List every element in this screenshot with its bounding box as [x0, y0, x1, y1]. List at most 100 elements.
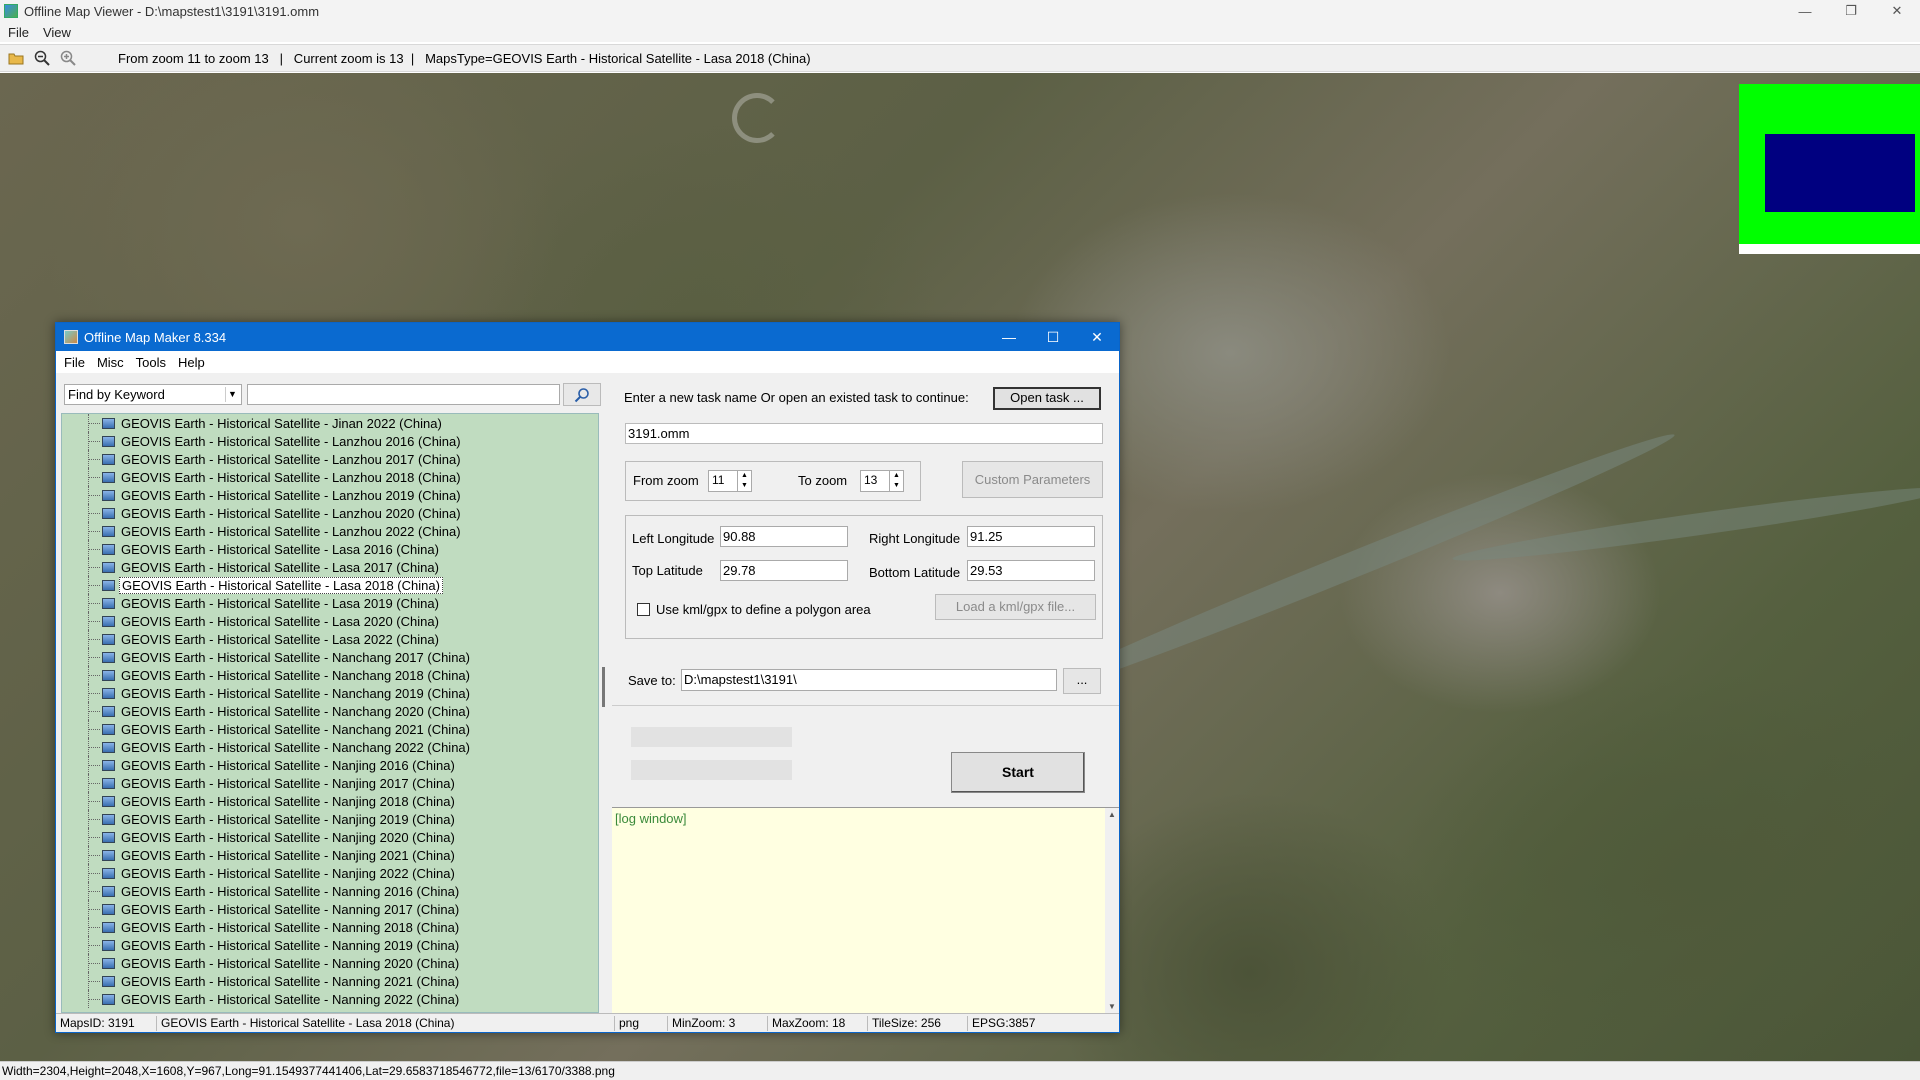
tree-item-label: GEOVIS Earth - Historical Satellite - La…	[121, 451, 461, 467]
tree-item[interactable]: GEOVIS Earth - Historical Satellite - Na…	[62, 684, 598, 702]
chevron-down-icon[interactable]: ▼	[225, 387, 239, 402]
tree-item[interactable]: GEOVIS Earth - Historical Satellite - Na…	[62, 864, 598, 882]
menu-misc[interactable]: Misc	[97, 355, 124, 370]
tree-item[interactable]: GEOVIS Earth - Historical Satellite - La…	[62, 486, 598, 504]
restore-icon[interactable]: ❐	[1828, 0, 1874, 22]
stepper-up-icon[interactable]: ▲	[737, 471, 751, 481]
maps-tree[interactable]: GEOVIS Earth - Historical Satellite - Ji…	[61, 413, 599, 1013]
map-layer-icon	[102, 759, 115, 771]
log-scrollbar[interactable]: ▲ ▼	[1105, 808, 1119, 1014]
save-to-input[interactable]: D:\mapstest1\3191\	[681, 669, 1057, 691]
tree-item[interactable]: GEOVIS Earth - Historical Satellite - La…	[62, 522, 598, 540]
dialog-titlebar[interactable]: Offline Map Maker 8.334 — ☐ ✕	[56, 323, 1119, 351]
minimize-icon[interactable]: —	[1782, 0, 1828, 22]
tree-item[interactable]: GEOVIS Earth - Historical Satellite - Na…	[62, 666, 598, 684]
tree-item[interactable]: GEOVIS Earth - Historical Satellite - Na…	[62, 738, 598, 756]
open-task-button[interactable]: Open task ...	[993, 387, 1101, 410]
tree-item-label: GEOVIS Earth - Historical Satellite - La…	[121, 505, 461, 521]
tree-item[interactable]: GEOVIS Earth - Historical Satellite - La…	[62, 432, 598, 450]
to-zoom-stepper[interactable]: 13 ▲ ▼	[860, 470, 904, 492]
tree-item-label: GEOVIS Earth - Historical Satellite - Na…	[121, 793, 455, 809]
use-kml-label[interactable]: Use kml/gpx to define a polygon area	[656, 602, 871, 617]
tree-item[interactable]: GEOVIS Earth - Historical Satellite - La…	[62, 468, 598, 486]
browse-button[interactable]: ...	[1063, 668, 1101, 694]
tree-item-label: GEOVIS Earth - Historical Satellite - La…	[121, 433, 461, 449]
log-window[interactable]: [log window] ▲ ▼	[612, 807, 1119, 1014]
map-layer-icon	[102, 543, 115, 555]
scroll-down-icon[interactable]: ▼	[1105, 1000, 1119, 1014]
menu-tools[interactable]: Tools	[136, 355, 166, 370]
tree-item[interactable]: GEOVIS Earth - Historical Satellite - Na…	[62, 954, 598, 972]
top-latitude-input[interactable]: 29.78	[720, 560, 848, 581]
tree-item[interactable]: GEOVIS Earth - Historical Satellite - Na…	[62, 774, 598, 792]
pane-splitter[interactable]	[602, 667, 605, 707]
tree-item-label: GEOVIS Earth - Historical Satellite - La…	[119, 576, 443, 594]
zoom-in-icon[interactable]	[58, 48, 78, 68]
zoom-info-text: From zoom 11 to zoom 13 | Current zoom i…	[118, 50, 811, 66]
tree-item[interactable]: GEOVIS Earth - Historical Satellite - Na…	[62, 810, 598, 828]
tree-item[interactable]: GEOVIS Earth - Historical Satellite - Na…	[62, 702, 598, 720]
search-input[interactable]	[247, 384, 560, 405]
minimize-icon[interactable]: —	[987, 323, 1031, 351]
map-layer-icon	[102, 903, 115, 915]
menu-view[interactable]: View	[43, 25, 71, 40]
start-button[interactable]: Start	[951, 752, 1085, 793]
menu-file[interactable]: File	[8, 25, 29, 40]
zoom-out-icon[interactable]	[32, 48, 52, 68]
load-kml-button[interactable]: Load a kml/gpx file...	[935, 594, 1096, 620]
tree-item[interactable]: GEOVIS Earth - Historical Satellite - La…	[62, 504, 598, 522]
menu-file[interactable]: File	[64, 355, 85, 370]
open-folder-icon[interactable]	[6, 48, 26, 68]
tree-item[interactable]: GEOVIS Earth - Historical Satellite - La…	[62, 450, 598, 468]
bottom-latitude-label: Bottom Latitude	[869, 565, 961, 580]
custom-parameters-button[interactable]: Custom Parameters	[962, 461, 1103, 498]
left-longitude-input[interactable]: 90.88	[720, 526, 848, 547]
right-longitude-input[interactable]: 91.25	[967, 526, 1095, 547]
use-kml-checkbox[interactable]	[637, 603, 650, 616]
tree-item[interactable]: GEOVIS Earth - Historical Satellite - Na…	[62, 720, 598, 738]
overview-viewport-rect[interactable]	[1765, 134, 1915, 212]
map-layer-icon	[102, 489, 115, 501]
tree-item[interactable]: GEOVIS Earth - Historical Satellite - La…	[62, 576, 598, 594]
tree-item[interactable]: GEOVIS Earth - Historical Satellite - Ji…	[62, 414, 598, 432]
tree-item[interactable]: GEOVIS Earth - Historical Satellite - La…	[62, 558, 598, 576]
task-name-input[interactable]: 3191.omm	[625, 423, 1103, 444]
tree-item[interactable]: GEOVIS Earth - Historical Satellite - Na…	[62, 648, 598, 666]
tree-item[interactable]: GEOVIS Earth - Historical Satellite - Na…	[62, 792, 598, 810]
tree-item-label: GEOVIS Earth - Historical Satellite - Na…	[121, 775, 455, 791]
stepper-down-icon[interactable]: ▼	[737, 481, 751, 491]
overview-minimap[interactable]	[1739, 84, 1920, 254]
tree-item[interactable]: GEOVIS Earth - Historical Satellite - Na…	[62, 756, 598, 774]
dialog-window-controls: — ☐ ✕	[987, 323, 1119, 351]
map-layer-icon	[102, 795, 115, 807]
from-zoom-stepper[interactable]: 11 ▲ ▼	[708, 470, 752, 492]
map-layer-icon	[102, 471, 115, 483]
close-icon[interactable]: ✕	[1874, 0, 1920, 22]
scroll-up-icon[interactable]: ▲	[1105, 808, 1119, 822]
menu-help[interactable]: Help	[178, 355, 205, 370]
tree-item[interactable]: GEOVIS Earth - Historical Satellite - La…	[62, 540, 598, 558]
tree-item[interactable]: GEOVIS Earth - Historical Satellite - Na…	[62, 900, 598, 918]
tree-item[interactable]: GEOVIS Earth - Historical Satellite - Na…	[62, 972, 598, 990]
status-maps-id: MapsID: 3191	[60, 1016, 135, 1030]
stepper-up-icon[interactable]: ▲	[889, 471, 903, 481]
tree-item[interactable]: GEOVIS Earth - Historical Satellite - Na…	[62, 846, 598, 864]
search-button[interactable]	[563, 383, 601, 406]
tree-item[interactable]: GEOVIS Earth - Historical Satellite - Na…	[62, 936, 598, 954]
tree-item[interactable]: GEOVIS Earth - Historical Satellite - La…	[62, 594, 598, 612]
close-icon[interactable]: ✕	[1075, 323, 1119, 351]
tree-item[interactable]: GEOVIS Earth - Historical Satellite - Na…	[62, 918, 598, 936]
stepper-down-icon[interactable]: ▼	[889, 481, 903, 491]
tree-item-label: GEOVIS Earth - Historical Satellite - La…	[121, 595, 439, 611]
tree-item-label: GEOVIS Earth - Historical Satellite - Na…	[121, 649, 470, 665]
maximize-icon[interactable]: ☐	[1031, 323, 1075, 351]
bottom-latitude-input[interactable]: 29.53	[967, 560, 1095, 581]
search-mode-select[interactable]: Find by Keyword ▼	[64, 384, 242, 405]
tree-item[interactable]: GEOVIS Earth - Historical Satellite - Na…	[62, 882, 598, 900]
tree-item[interactable]: GEOVIS Earth - Historical Satellite - La…	[62, 630, 598, 648]
tree-item[interactable]: GEOVIS Earth - Historical Satellite - La…	[62, 612, 598, 630]
tree-item[interactable]: GEOVIS Earth - Historical Satellite - Na…	[62, 828, 598, 846]
tree-item[interactable]: GEOVIS Earth - Historical Satellite - Na…	[62, 990, 598, 1008]
watermark-logo	[732, 93, 782, 143]
map-layer-icon	[102, 777, 115, 789]
